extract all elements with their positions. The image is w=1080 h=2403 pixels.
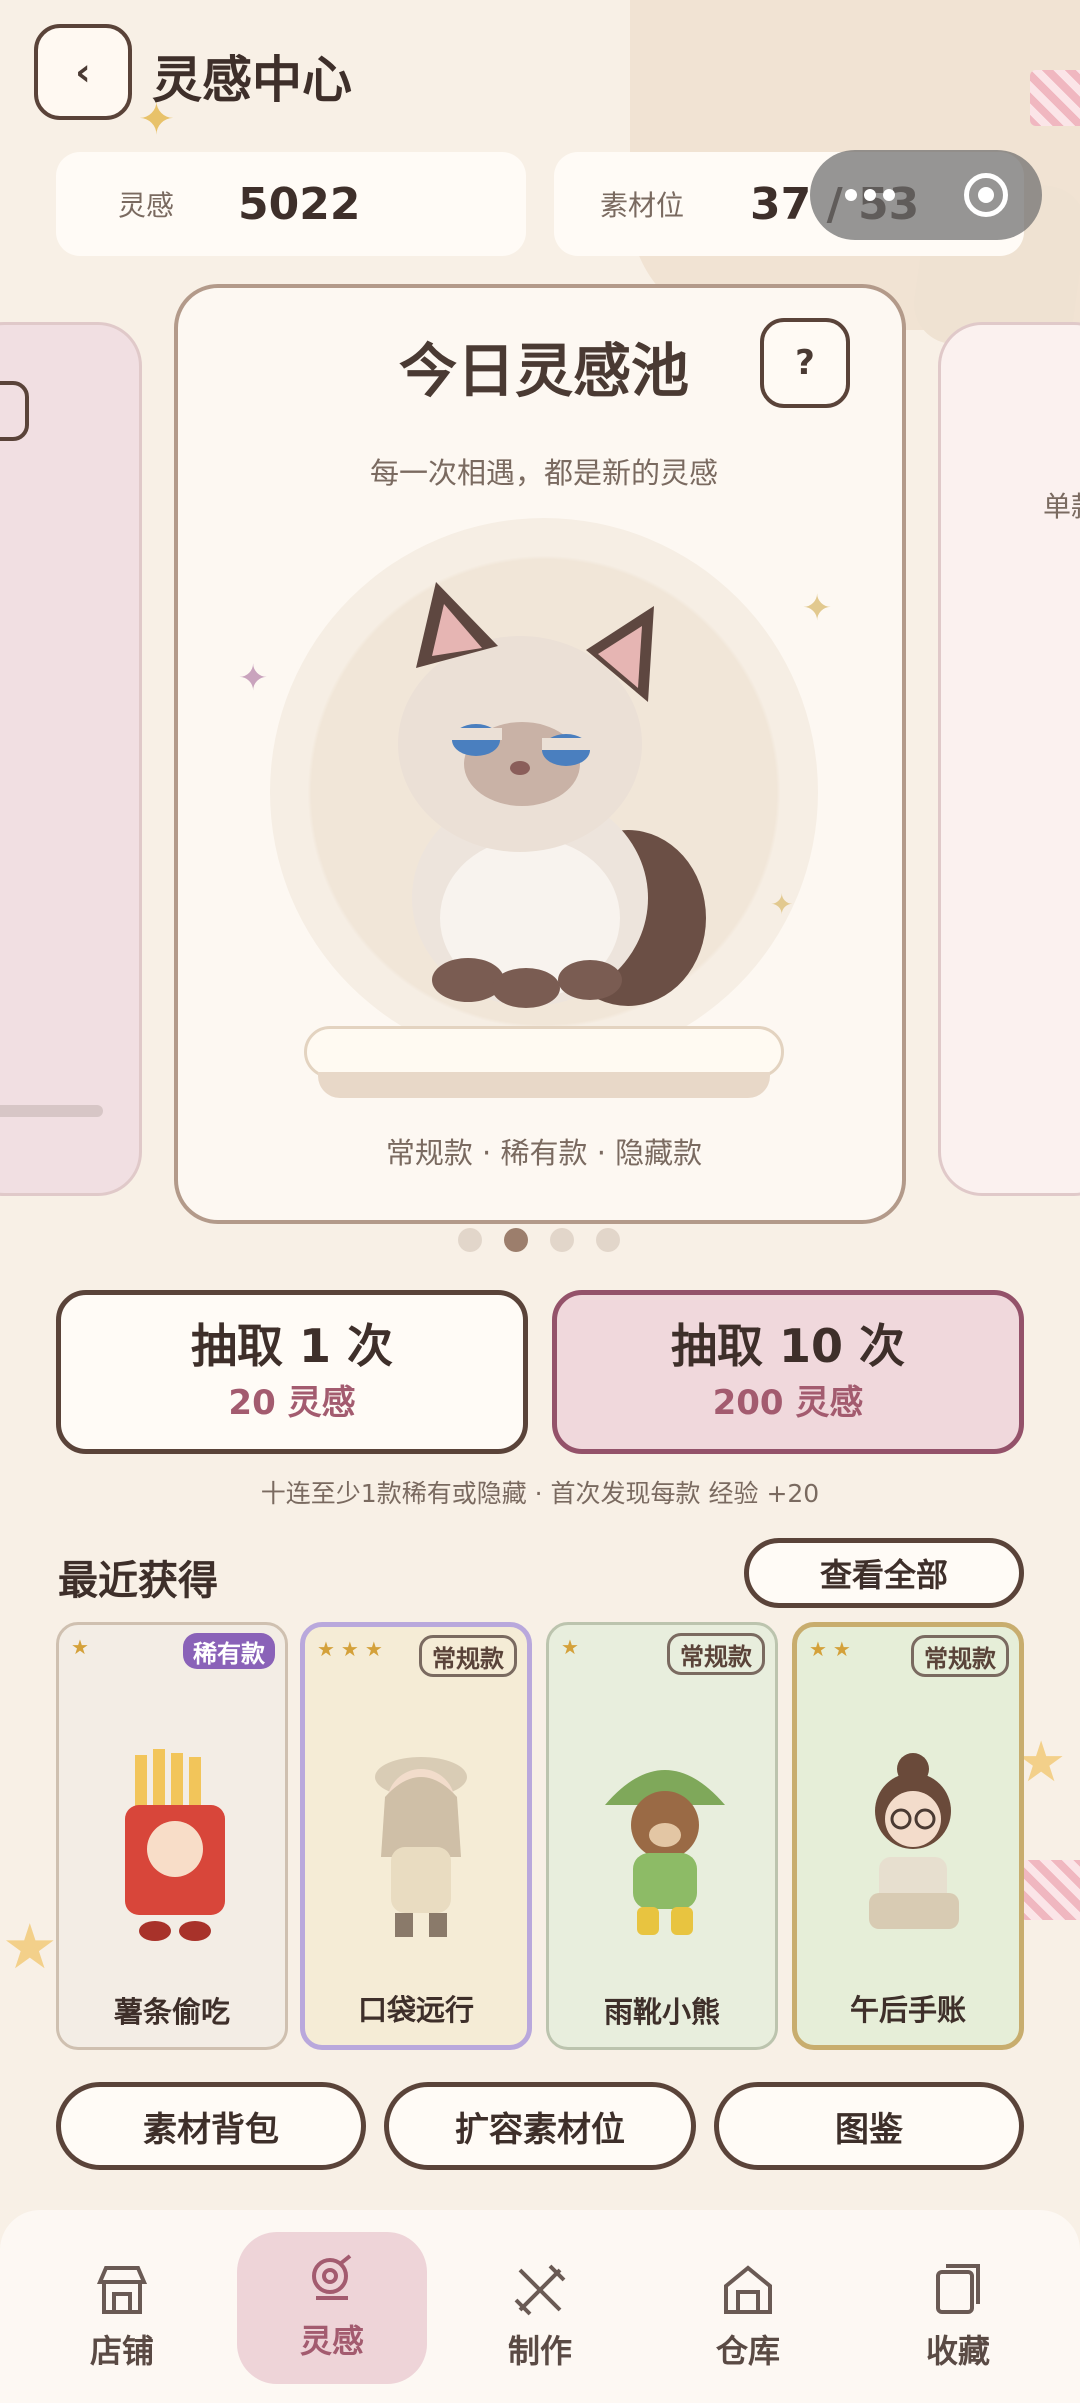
draw-hint: 十连至少1款稀有或隐藏 · 首次发现每款 经验 +20	[260, 1479, 820, 1508]
close-target-icon[interactable]	[963, 173, 1008, 217]
view-all-button[interactable]: 查看全部	[744, 1538, 1024, 1608]
recent-item-card[interactable]: ★★ 常规款 午后手账	[792, 1622, 1024, 2050]
recent-item-card[interactable]: ★★★ 常规款 口袋远行	[300, 1622, 532, 2050]
background-deco	[1020, 1860, 1080, 1920]
star-rating: ★	[71, 1635, 95, 1659]
item-name: 雨靴小熊	[603, 1995, 720, 2029]
tab-warehouse[interactable]: 仓库	[653, 2242, 843, 2392]
craft-tools-icon	[514, 2264, 566, 2316]
slots-label: 素材位	[600, 189, 685, 222]
carousel-prev-button-icon[interactable]	[0, 381, 29, 441]
recent-item-card[interactable]: ★ 常规款 雨靴小熊	[546, 1622, 778, 2050]
chevron-left-icon: ‹	[75, 50, 91, 94]
more-icon[interactable]	[844, 189, 895, 201]
rarity-badge: 稀有款	[183, 1633, 275, 1669]
draw-ten-cost: 200 灵感	[712, 1382, 864, 1423]
pool-rarity-types: 常规款 · 稀有款 · 隐藏款	[385, 1136, 703, 1170]
item-name: 口袋远行	[357, 1993, 474, 2027]
item-name: 薯条偷吃	[113, 1995, 230, 2029]
draw-once-label: 抽取 1 次	[190, 1319, 394, 1374]
draw-once-cost: 20 灵感	[228, 1382, 356, 1423]
carousel-card-prev[interactable]	[0, 322, 142, 1196]
warehouse-icon	[724, 2265, 772, 2314]
cat-figure-illustration	[398, 582, 706, 1008]
recent-title: 最近获得	[58, 1558, 218, 1604]
tab-collection[interactable]: 收藏	[863, 2242, 1053, 2392]
recent-item-card[interactable]: ★ 稀有款 薯条偷吃	[56, 1622, 288, 2050]
tab-label: 店铺	[89, 2332, 154, 2370]
tab-craft[interactable]: 制作	[445, 2242, 635, 2392]
bottom-tab-bar: 店铺 灵感 制作 仓库 收藏	[0, 2210, 1080, 2403]
display-platform	[304, 1026, 784, 1078]
tab-inspiration[interactable]: 灵感	[237, 2232, 427, 2384]
carousel-card-next[interactable]: 单款	[938, 322, 1080, 1196]
tab-label: 收藏	[925, 2332, 990, 2370]
draw-ten-button[interactable]: 抽取 10 次 200 灵感	[552, 1290, 1024, 1454]
background-deco	[1030, 70, 1080, 126]
inspiration-stat: 灵感 5022	[56, 152, 526, 256]
star-rating: ★	[561, 1635, 585, 1659]
carousel-pager	[458, 1228, 620, 1252]
traveler-girl-figure-illustration	[375, 1757, 467, 1937]
pager-dot[interactable]	[596, 1228, 620, 1252]
journal-girl-figure-illustration	[869, 1753, 959, 1929]
sparkle-icon: ✦	[238, 658, 269, 699]
rain-boots-bear-figure-illustration	[605, 1770, 725, 1935]
draw-ten-label: 抽取 10 次	[670, 1319, 906, 1374]
rarity-badge: 常规款	[667, 1633, 765, 1675]
next-card-text: 单款	[1043, 490, 1080, 523]
pool-subtitle: 每一次相遇，都是新的灵感	[369, 456, 718, 490]
atlas-button[interactable]: 图鉴	[714, 2082, 1024, 2170]
star-rating: ★★★	[317, 1637, 389, 1661]
tab-label: 灵感	[299, 2322, 364, 2360]
inspiration-pool-card[interactable]: 今日灵感池 ? 每一次相遇，都是新的灵感 ✦ ✦ ✦ 常规款 · 稀有款 · 隐…	[174, 284, 906, 1224]
rarity-badge: 常规款	[911, 1635, 1009, 1677]
pager-dot[interactable]	[458, 1228, 482, 1252]
fries-figure-illustration	[125, 1749, 225, 1941]
sparkle-icon: ✦	[770, 888, 794, 921]
pager-dot[interactable]	[550, 1228, 574, 1252]
tab-label: 仓库	[715, 2332, 780, 2370]
draw-once-button[interactable]: 抽取 1 次 20 灵感	[56, 1290, 528, 1454]
material-bag-button[interactable]: 素材背包	[56, 2082, 366, 2170]
collection-icon	[936, 2264, 980, 2314]
inspiration-label: 灵感	[118, 189, 175, 222]
sparkle-icon: ✦	[802, 588, 833, 629]
tab-label: 制作	[507, 2332, 572, 2370]
pager-dot-active[interactable]	[504, 1228, 528, 1252]
rarity-badge: 常规款	[419, 1635, 517, 1677]
page-title: 灵感中心	[152, 51, 352, 109]
inspiration-icon	[312, 2254, 352, 2300]
tab-shop[interactable]: 店铺	[27, 2242, 217, 2392]
star-deco-icon: ★	[2, 1910, 58, 1983]
star-rating: ★★	[809, 1637, 857, 1661]
help-button[interactable]: ?	[760, 318, 850, 408]
progress-bar	[0, 1105, 103, 1117]
platform-shadow	[318, 1072, 770, 1098]
miniprogram-capsule[interactable]	[810, 150, 1042, 240]
shop-icon	[96, 2266, 148, 2314]
expand-slots-button[interactable]: 扩容素材位	[384, 2082, 696, 2170]
inspiration-value: 5022	[238, 178, 361, 230]
back-button[interactable]: ‹	[34, 24, 132, 120]
item-name: 午后手账	[849, 1993, 966, 2027]
